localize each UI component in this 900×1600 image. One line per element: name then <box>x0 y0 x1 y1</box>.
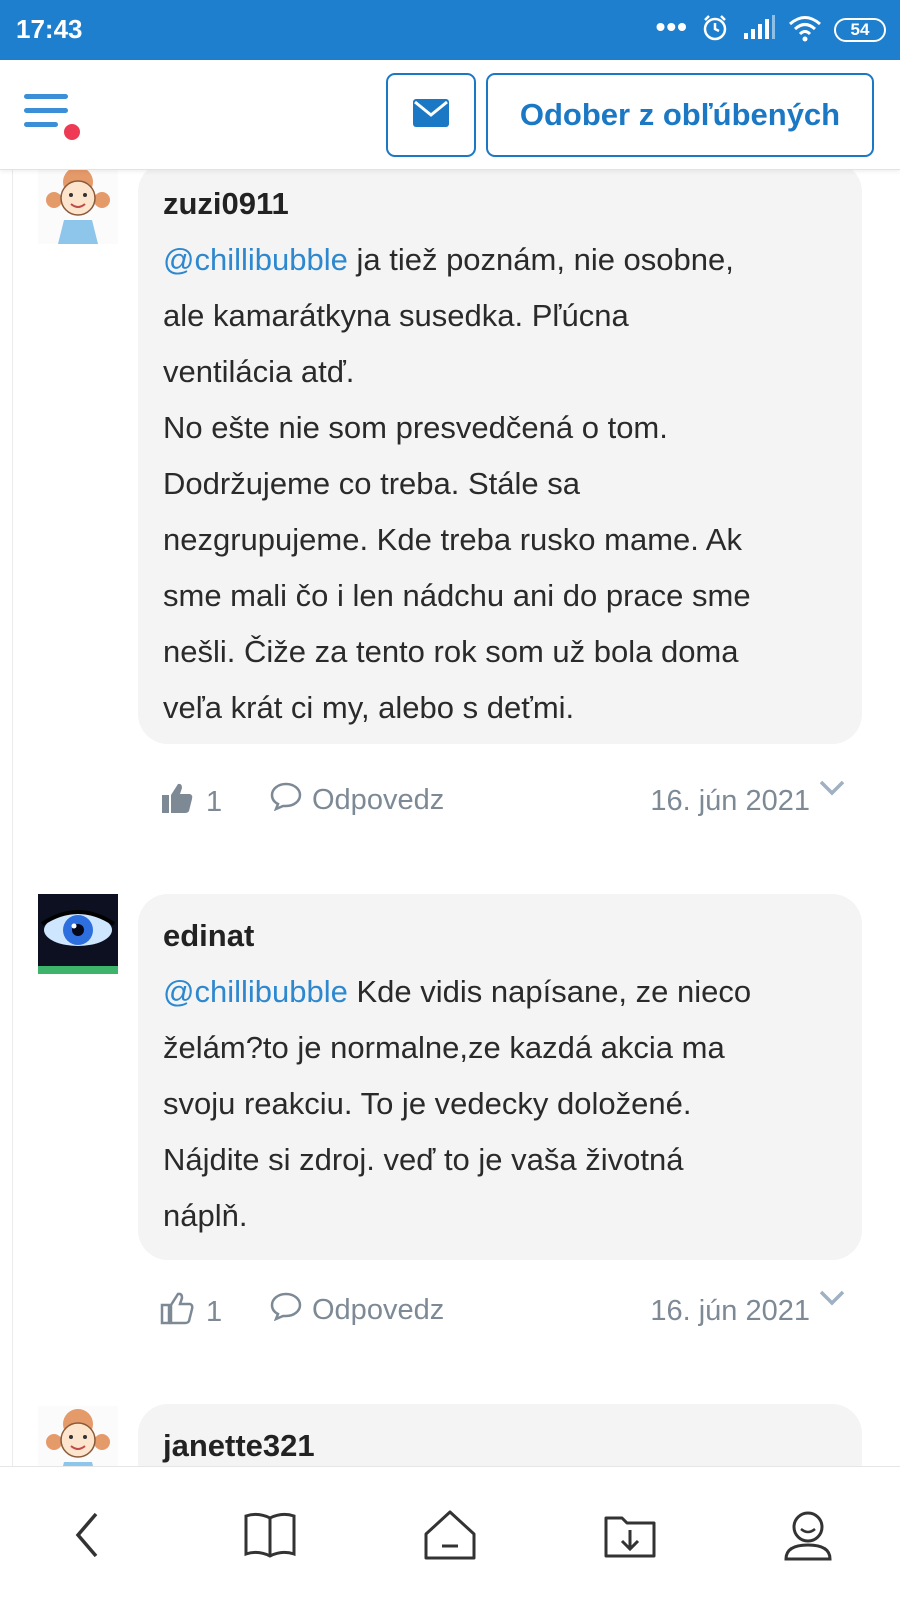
like-button[interactable]: 1 <box>160 1291 222 1333</box>
comment-actions: 1 Odpovedz 16. jún 2021 <box>160 1290 862 1333</box>
wifi-icon <box>788 14 822 47</box>
chevron-down-icon[interactable] <box>818 1283 846 1316</box>
status-bar: 17:43 ••• 54 <box>0 0 900 60</box>
avatar[interactable] <box>38 894 118 974</box>
mention-link[interactable]: @chillibubble <box>163 974 348 1009</box>
comment-author[interactable]: zuzi0911 <box>163 184 836 232</box>
comment-actions: 1 Odpovedz 16. jún 2021 <box>160 780 862 823</box>
app-header: Odober z obľúbených <box>0 60 900 170</box>
comment-date: 16. jún 2021 <box>650 1295 810 1327</box>
comment-bubble: janette321 <box>138 1404 862 1466</box>
reply-label: Odpovedz <box>312 1293 445 1326</box>
envelope-icon <box>412 98 450 133</box>
reply-label: Odpovedz <box>312 783 445 816</box>
status-icons: ••• 54 <box>655 11 886 48</box>
like-count: 1 <box>206 1295 223 1328</box>
message-button[interactable] <box>386 73 476 157</box>
thumbs-up-outline-icon <box>160 1291 194 1333</box>
profile-icon[interactable] <box>778 1505 838 1565</box>
bottom-navigation <box>0 1466 900 1600</box>
avatar[interactable] <box>38 1406 118 1466</box>
comment-bubble: edinat @chillibubble Kde vidis napísane,… <box>138 894 862 1260</box>
chevron-down-icon[interactable] <box>818 773 846 806</box>
more-dots-icon: ••• <box>655 11 688 42</box>
comment-text: @chillibubble Kde vidis napísane, ze nie… <box>163 974 752 1233</box>
battery-icon: 54 <box>834 18 886 42</box>
thumbs-up-filled-icon <box>160 781 194 823</box>
avatar[interactable] <box>38 170 118 244</box>
hamburger-menu-icon[interactable] <box>24 90 84 142</box>
comment-list: zuzi0911 @chillibubble ja tiež poznám, n… <box>0 170 900 1466</box>
comment-date: 16. jún 2021 <box>650 785 810 817</box>
book-icon[interactable] <box>240 1505 300 1565</box>
reply-button[interactable]: Odpovedz <box>270 1291 444 1329</box>
mention-link[interactable]: @chillibubble <box>163 242 348 277</box>
speech-bubble-icon <box>270 1291 302 1329</box>
home-icon[interactable] <box>420 1505 480 1565</box>
status-time: 17:43 <box>16 14 83 44</box>
like-button[interactable]: 1 <box>160 781 222 823</box>
reply-button[interactable]: Odpovedz <box>270 781 444 819</box>
download-folder-icon[interactable] <box>600 1505 660 1565</box>
alarm-icon <box>700 13 730 48</box>
speech-bubble-icon <box>270 781 302 819</box>
comment-text: @chillibubble ja tiež poznám, nie osobne… <box>163 242 751 725</box>
comment-author[interactable]: janette321 <box>163 1426 836 1466</box>
remove-favorite-button[interactable]: Odober z obľúbených <box>486 73 874 157</box>
comment-bubble: zuzi0911 @chillibubble ja tiež poznám, n… <box>138 170 862 744</box>
notification-dot <box>62 122 82 142</box>
comment-author[interactable]: edinat <box>163 916 836 964</box>
signal-icon <box>742 14 776 46</box>
back-icon[interactable] <box>58 1505 118 1565</box>
like-count: 1 <box>206 785 223 818</box>
thread-line <box>12 170 13 1466</box>
